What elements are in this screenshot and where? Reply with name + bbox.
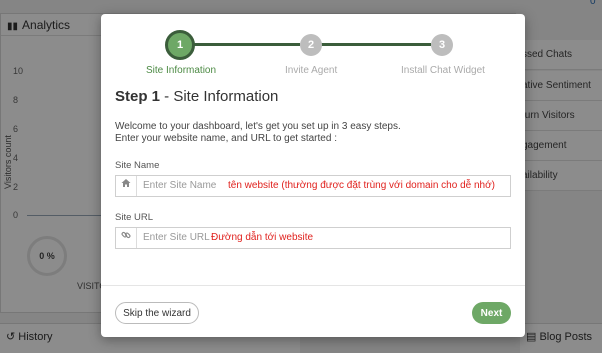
setup-wizard-modal: 1 2 3 Site Information Invite Agent Inst…: [101, 14, 525, 337]
site-url-annotation: Đường dẫn tới website: [211, 232, 314, 243]
skip-wizard-button[interactable]: Skip the wizard: [115, 302, 199, 324]
footer-divider: [101, 285, 525, 286]
step-2-indicator: 2: [300, 34, 322, 56]
home-icon: [116, 176, 137, 196]
wizard-step-number: Step 1: [115, 88, 161, 105]
wizard-title: Step 1 - Site Information: [115, 88, 278, 105]
step-1-label: Site Information: [146, 65, 217, 76]
link-icon: [116, 228, 137, 248]
wizard-step-name: - Site Information: [160, 88, 279, 105]
step-1-indicator: 1: [165, 30, 195, 60]
wizard-intro: Welcome to your dashboard, let's get you…: [115, 121, 401, 145]
site-name-label: Site Name: [115, 160, 160, 171]
site-name-annotation: tên website (thường được đặt trùng với d…: [228, 180, 495, 191]
site-url-label: Site URL: [115, 212, 154, 223]
step-3-label: Install Chat Widget: [401, 65, 485, 76]
step-connector: [321, 43, 431, 46]
site-name-placeholder: Enter Site Name: [143, 180, 217, 191]
next-button[interactable]: Next: [472, 302, 511, 324]
step-connector: [192, 43, 300, 46]
step-2-label: Invite Agent: [285, 65, 338, 76]
site-url-input[interactable]: Enter Site URL Đường dẫn tới website: [115, 227, 511, 249]
step-3-indicator: 3: [431, 34, 453, 56]
site-name-input[interactable]: Enter Site Name tên website (thường được…: [115, 175, 511, 197]
site-url-placeholder: Enter Site URL: [143, 232, 210, 243]
intro-line-1: Welcome to your dashboard, let's get you…: [115, 121, 401, 132]
intro-line-2: Enter your website name, and URL to get …: [115, 133, 337, 144]
wizard-stepper: 1 2 3 Site Information Invite Agent Inst…: [101, 14, 525, 84]
